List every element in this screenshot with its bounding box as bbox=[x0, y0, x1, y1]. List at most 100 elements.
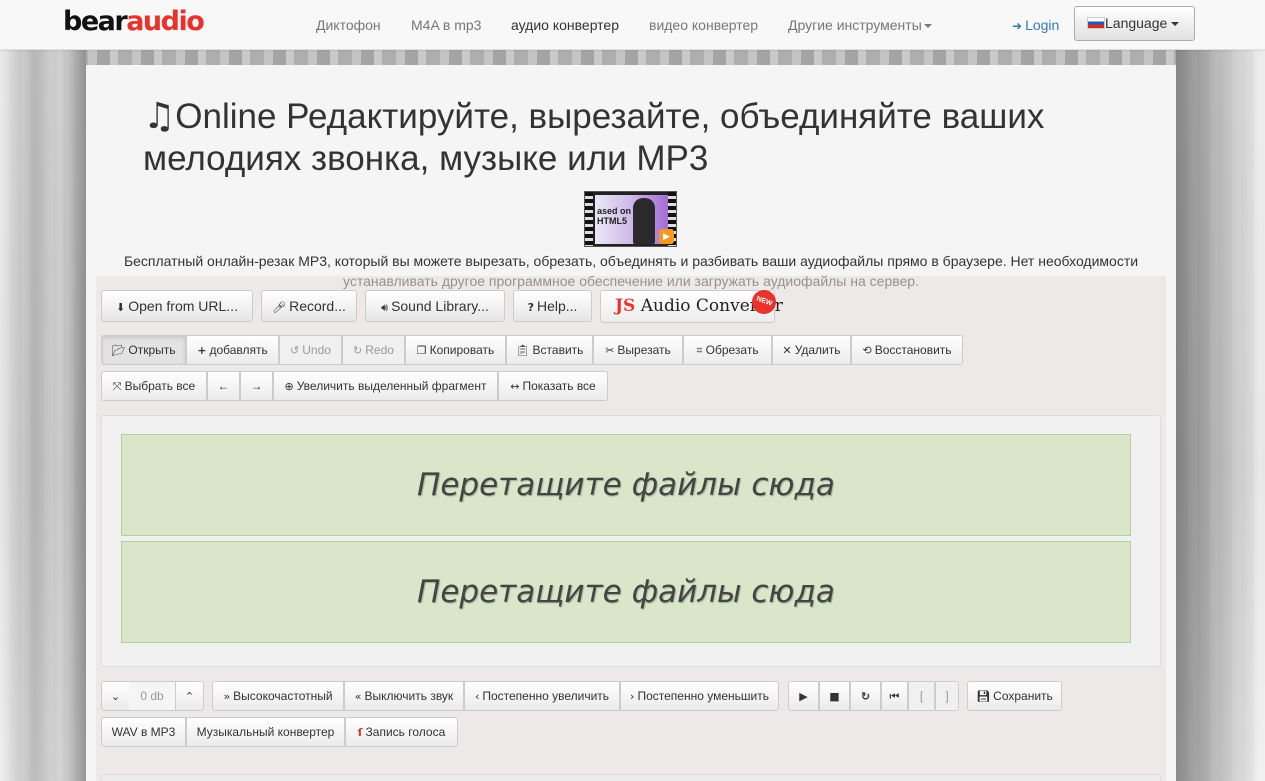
zoom-selection-button[interactable]: ⊕ Увеличить выделенный фрагмент bbox=[273, 371, 498, 401]
play-icon: ▶ bbox=[659, 229, 674, 244]
js-audio-converter-banner[interactable]: JS Audio Converter bbox=[600, 290, 783, 323]
redo-button[interactable]: ↻ Redo bbox=[342, 335, 405, 365]
help-button[interactable]: ? Help... bbox=[513, 290, 592, 322]
arrow-right-icon: → bbox=[250, 379, 263, 393]
bracket-open-label: [ bbox=[919, 689, 924, 703]
crop-icon: ⌗ bbox=[696, 344, 703, 357]
film-strip-left bbox=[585, 192, 593, 246]
selection-end-button[interactable]: ] bbox=[935, 681, 959, 711]
highpass-label: Высокочастотный bbox=[233, 689, 333, 703]
fade-out-button[interactable]: › Постепенно уменьшить bbox=[620, 681, 779, 711]
zoom-in-icon: ⊕ bbox=[284, 380, 294, 393]
copy-icon: ❐ bbox=[416, 344, 427, 357]
fullscreen-icon: ⤧ bbox=[112, 380, 122, 393]
paste-icon: 📋︎ bbox=[515, 344, 530, 357]
copy-button[interactable]: ❐ Копировать bbox=[405, 335, 506, 365]
chevron-down-icon: ⌄ bbox=[110, 690, 121, 703]
site-logo[interactable]: bearaudio bbox=[63, 5, 205, 39]
top-navbar: bearaudio Диктофон M4A в mp3 аудио конве… bbox=[0, 0, 1265, 50]
login-link[interactable]: ➜ Login bbox=[1012, 0, 1059, 50]
mute-button[interactable]: «Выключить звук bbox=[344, 681, 464, 711]
volume-down-button[interactable]: ⌄ bbox=[101, 681, 130, 711]
background-curtain-left bbox=[0, 50, 86, 781]
language-label: Language bbox=[1105, 15, 1168, 31]
language-dropdown-button[interactable]: Language bbox=[1074, 6, 1195, 41]
restore-button[interactable]: ⟲ Восстановить bbox=[851, 335, 963, 365]
sound-library-label: Sound Library... bbox=[391, 298, 489, 314]
selection-start-button[interactable]: [ bbox=[908, 681, 935, 711]
highpass-button[interactable]: » Высокочастотный bbox=[212, 681, 344, 711]
download-icon: ⬇ bbox=[116, 301, 126, 314]
cut-label: Вырезать bbox=[617, 343, 671, 357]
floppy-disk-icon: 💾︎ bbox=[976, 690, 991, 703]
nav-link-m4a-mp3[interactable]: M4A в mp3 bbox=[411, 0, 481, 50]
cut-button[interactable]: ✂ Вырезать bbox=[593, 335, 683, 365]
skip-to-start-button[interactable]: ⏮︎ bbox=[881, 681, 908, 711]
question-icon: ? bbox=[527, 301, 534, 314]
delete-label: Удалить bbox=[794, 343, 841, 357]
zoom-selection-label: Увеличить выделенный фрагмент bbox=[296, 379, 487, 393]
fade-out-label: Постепенно уменьшить bbox=[637, 689, 769, 703]
undo-button[interactable]: ↺ Undo bbox=[279, 335, 342, 365]
chevron-right-icon: › bbox=[630, 690, 635, 703]
move-left-button[interactable]: ← bbox=[207, 371, 240, 401]
show-all-button[interactable]: ↔ Показать все bbox=[498, 371, 608, 401]
step-backward-icon: ⏮︎ bbox=[889, 690, 900, 703]
select-all-button[interactable]: ⤧ Выбрать все bbox=[101, 371, 207, 401]
nav-link-dictaphone[interactable]: Диктофон bbox=[316, 0, 381, 50]
logo-text-bear: bear bbox=[63, 6, 128, 37]
nav-link-audio-converter[interactable]: аудио конвертер bbox=[511, 0, 619, 50]
show-all-label: Показать все bbox=[522, 379, 596, 393]
double-chevron-down-icon: « bbox=[354, 690, 362, 703]
open-file-label: Открыть bbox=[128, 343, 176, 357]
volume-up-button[interactable]: ⌃ bbox=[175, 681, 204, 711]
stop-button[interactable]: ■ bbox=[819, 681, 850, 711]
bracket-close-label: ] bbox=[945, 689, 949, 703]
trim-label: Обрезать bbox=[705, 343, 759, 357]
wav-to-mp3-link[interactable]: WAV в MP3 bbox=[101, 717, 186, 747]
arrow-left-icon: ← bbox=[217, 379, 230, 393]
fade-in-button[interactable]: ‹ Постепенно увеличить bbox=[464, 681, 620, 711]
save-button[interactable]: 💾︎ Сохранить bbox=[967, 681, 1062, 711]
sound-library-button[interactable]: 🔊︎ Sound Library... bbox=[365, 290, 505, 322]
move-right-button[interactable]: → bbox=[240, 371, 273, 401]
stop-icon: ■ bbox=[829, 690, 840, 703]
drop-zone-track-2[interactable]: Перетащите файлы сюда bbox=[121, 541, 1131, 643]
undo-label: Undo bbox=[302, 343, 331, 357]
loop-button[interactable]: ↻ bbox=[850, 681, 881, 711]
resize-horizontal-icon: ↔ bbox=[510, 380, 520, 393]
record-button[interactable]: 🎤︎ Record... bbox=[261, 290, 357, 322]
refresh-icon: ↻ bbox=[860, 690, 871, 703]
redo-label: Redo bbox=[365, 343, 394, 357]
music-converter-link[interactable]: Музыкальный конвертер bbox=[186, 717, 345, 747]
trim-button[interactable]: ⌗ Обрезать bbox=[683, 335, 772, 365]
chevron-left-icon: ‹ bbox=[474, 690, 480, 703]
open-file-button[interactable]: 📂︎ Открыть bbox=[101, 335, 186, 365]
caret-down-icon bbox=[1171, 22, 1180, 26]
double-chevron-up-icon: » bbox=[223, 690, 231, 703]
add-file-button[interactable]: + добавлять bbox=[186, 335, 279, 365]
js-converter-js-text: JS bbox=[615, 296, 636, 316]
microphone-icon: 🎤︎ bbox=[272, 301, 287, 314]
history-icon: ⟲ bbox=[862, 344, 872, 357]
music-note-icon: ♫ bbox=[143, 96, 176, 137]
delete-button[interactable]: ✕ Удалить bbox=[772, 335, 851, 365]
intro-video-thumbnail[interactable]: ased on HTML5 ▶ bbox=[584, 191, 677, 247]
volume-db-field[interactable]: 0 db bbox=[129, 681, 175, 711]
paste-button[interactable]: 📋︎ Вставить bbox=[506, 335, 593, 365]
fade-in-label: Постепенно увеличить bbox=[482, 689, 610, 703]
video-thumb-text: ased on HTML5 bbox=[597, 206, 632, 226]
volume-icon: 🔊︎ bbox=[381, 301, 389, 314]
open-from-url-button[interactable]: ⬇ Open from URL... bbox=[101, 290, 253, 322]
voice-record-link[interactable]: ſ Запись голоса bbox=[345, 717, 458, 747]
copy-label: Копировать bbox=[429, 343, 495, 357]
nav-link-video-converter[interactable]: видео конвертер bbox=[649, 0, 758, 50]
next-panel-edge bbox=[101, 774, 1161, 781]
play-button[interactable]: ▶ bbox=[788, 681, 819, 711]
drop-zone-track-1[interactable]: Перетащите файлы сюда bbox=[121, 434, 1131, 536]
paste-label: Вставить bbox=[532, 343, 584, 357]
nav-dropdown-other-tools[interactable]: Другие инструменты bbox=[788, 0, 932, 50]
sign-in-icon: ➜ bbox=[1012, 19, 1023, 33]
flag-ru-icon bbox=[1087, 17, 1105, 29]
logo-text-audio: audio bbox=[126, 6, 205, 37]
